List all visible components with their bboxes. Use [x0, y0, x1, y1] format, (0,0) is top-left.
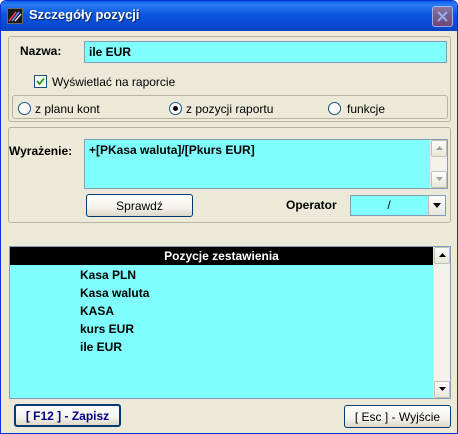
radio-report-positions[interactable] — [169, 102, 182, 115]
exit-button[interactable]: [ Esc ] - Wyjście — [344, 405, 451, 428]
scroll-down-arrow-icon — [435, 387, 449, 391]
scroll-up-button[interactable] — [431, 140, 447, 157]
list-item[interactable]: Kasa PLN — [80, 266, 136, 284]
operator-select[interactable]: / — [350, 195, 446, 216]
expression-text: +[PKasa waluta]/[Pkurs EUR] — [89, 143, 255, 157]
expression-scrollbar[interactable] — [430, 140, 447, 188]
close-button[interactable] — [432, 6, 453, 27]
list-header: Pozycje zestawienia — [10, 247, 433, 265]
list-scrollbar[interactable] — [433, 247, 450, 398]
scroll-down-arrow-icon — [432, 177, 446, 181]
checkmark-icon — [35, 77, 46, 86]
list-scroll-down-button[interactable] — [434, 381, 450, 398]
list-item[interactable]: Kasa waluta — [80, 284, 149, 302]
radio-functions[interactable] — [328, 102, 341, 115]
list-item[interactable]: kurs EUR — [80, 320, 134, 338]
positions-list[interactable]: Pozycje zestawienia Kasa PLN Kasa waluta… — [9, 246, 451, 399]
check-button[interactable]: Sprawdź — [86, 194, 193, 217]
operator-dropdown-button[interactable] — [428, 196, 445, 215]
list-item[interactable]: KASA — [80, 302, 114, 320]
expression-label: Wyrażenie: — [9, 144, 73, 158]
scroll-down-button[interactable] — [431, 171, 447, 188]
scroll-up-arrow-icon — [435, 253, 449, 257]
dropdown-arrow-icon — [429, 203, 445, 208]
details-window: Szczegóły pozycji Nazwa: Wyświetlać na r… — [0, 0, 458, 434]
window-title: Szczegóły pozycji — [29, 7, 140, 22]
radio-chart-of-accounts-label: z planu kont — [35, 102, 100, 116]
title-bar[interactable]: Szczegóły pozycji — [1, 1, 457, 31]
radio-functions-label: funkcje — [347, 102, 386, 116]
save-button[interactable]: [ F12 ] - Zapisz — [14, 404, 121, 427]
operator-value: / — [387, 198, 391, 212]
show-in-report-label: Wyświetlać na raporcie — [52, 75, 176, 89]
list-scroll-up-button[interactable] — [434, 247, 450, 264]
radio-report-positions-label: z pozycji raportu — [186, 102, 274, 116]
close-icon — [433, 11, 452, 22]
name-input[interactable] — [84, 41, 447, 63]
radio-chart-of-accounts[interactable] — [18, 102, 31, 115]
list-item[interactable]: ile EUR — [80, 338, 122, 356]
app-icon — [7, 8, 23, 24]
operator-label: Operator — [286, 198, 337, 212]
show-in-report-checkbox[interactable] — [34, 75, 47, 88]
scroll-up-arrow-icon — [432, 146, 446, 150]
expression-textarea[interactable]: +[PKasa waluta]/[Pkurs EUR] — [84, 139, 448, 189]
name-label: Nazwa: — [20, 44, 62, 58]
